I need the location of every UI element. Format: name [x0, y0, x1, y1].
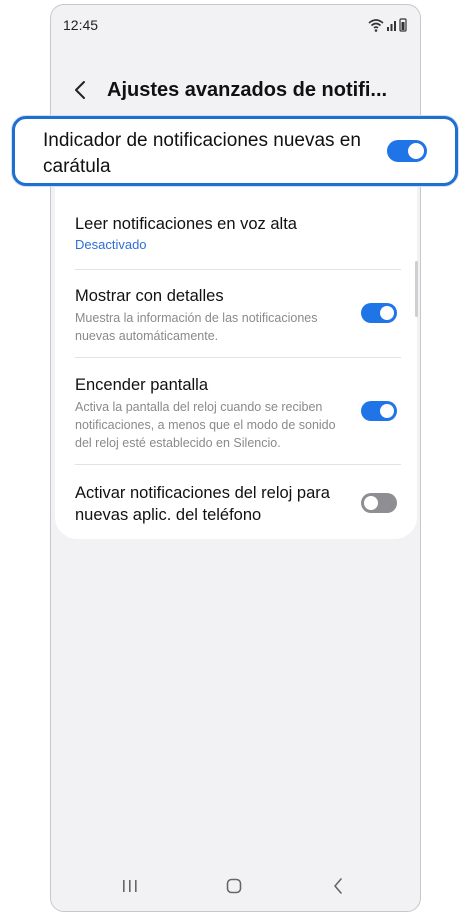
toggle-knob — [364, 496, 378, 510]
signal-icon — [387, 27, 389, 31]
navigation-bar — [51, 861, 420, 911]
back-button[interactable] — [65, 75, 95, 105]
status-icons — [368, 17, 408, 33]
toggle-knob — [380, 404, 394, 418]
highlighted-setting-face-indicator[interactable]: Indicador de notificaciones nuevas en ca… — [12, 116, 458, 186]
setting-read-aloud[interactable]: Leer notificaciones en voz alta Desactiv… — [75, 213, 401, 252]
divider — [75, 464, 401, 465]
setting-show-details[interactable]: Mostrar con detalles Muestra la informac… — [75, 285, 401, 345]
settings-card: Leer notificaciones en voz alta Desactiv… — [55, 131, 417, 539]
face-indicator-toggle[interactable] — [387, 140, 427, 162]
chevron-left-icon — [75, 81, 85, 99]
home-icon — [226, 878, 242, 894]
setting-title: Activar notificaciones del reloj para nu… — [75, 484, 330, 524]
divider — [75, 357, 401, 358]
setting-description: Muestra la información de las notificaci… — [75, 311, 318, 343]
recents-icon — [123, 880, 137, 892]
new-apps-toggle[interactable] — [361, 493, 397, 513]
setting-new-apps[interactable]: Activar notificaciones del reloj para nu… — [75, 482, 355, 526]
setting-value: Desactivado — [75, 237, 147, 252]
toggle-knob — [380, 306, 394, 320]
toggle-knob — [408, 143, 424, 159]
nav-back-icon — [334, 878, 342, 894]
setting-description: Activa la pantalla del reloj cuando se r… — [75, 400, 336, 450]
scrollbar[interactable] — [415, 261, 418, 317]
recents-button[interactable] — [115, 873, 145, 899]
highlighted-setting-title: Indicador de notificaciones nuevas en ca… — [43, 130, 361, 177]
status-bar: 12:45 — [51, 5, 420, 45]
wifi-icon — [368, 18, 407, 32]
page-title: Ajustes avanzados de notifi... — [107, 79, 388, 101]
setting-title: Mostrar con detalles — [75, 287, 224, 305]
divider — [75, 269, 401, 270]
status-time: 12:45 — [63, 17, 99, 33]
home-button[interactable] — [219, 873, 249, 899]
screen-on-toggle[interactable] — [361, 401, 397, 421]
setting-title: Leer notificaciones en voz alta — [75, 215, 297, 233]
setting-title: Encender pantalla — [75, 376, 209, 394]
show-details-toggle[interactable] — [361, 303, 397, 323]
nav-back-button[interactable] — [323, 873, 353, 899]
setting-screen-on[interactable]: Encender pantalla Activa la pantalla del… — [75, 374, 401, 452]
header: Ajustes avanzados de notifi... — [51, 65, 420, 117]
